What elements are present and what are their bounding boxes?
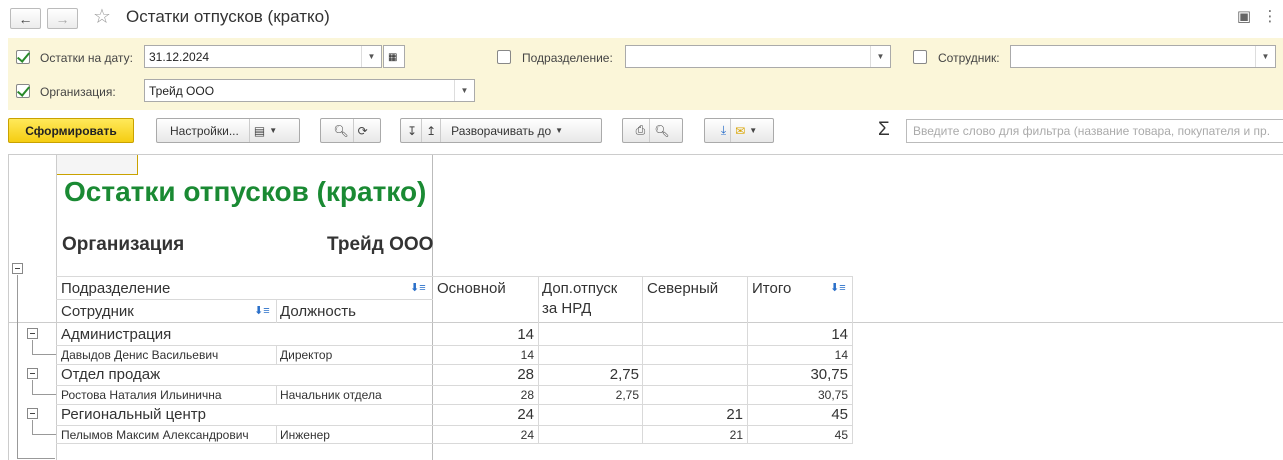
export-group: ⤓ ✉ ▼ — [704, 118, 774, 143]
report-org-label: Организация — [62, 234, 185, 255]
row-north: 21 — [729, 428, 743, 442]
window-title: Остатки отпусков (кратко) — [126, 7, 330, 26]
employee-name: Давыдов Денис Васильевич — [61, 348, 219, 362]
employee-position: Директор — [280, 348, 333, 362]
chevron-down-icon: ▼ — [555, 126, 564, 135]
row-total: 14 — [834, 348, 848, 362]
org-field[interactable]: Трейд ООО ▼ — [144, 79, 475, 102]
sort-desc-icon[interactable]: ↧ — [407, 124, 417, 138]
col-position-header: Должность — [280, 303, 356, 320]
chevron-down-icon[interactable]: ▼ — [454, 80, 474, 101]
employee-position: Инженер — [280, 428, 330, 442]
search-advanced-icon[interactable]: ⟳ — [358, 124, 368, 138]
emp-label: Сотрудник: — [938, 51, 1000, 65]
employee-name: Ростова Наталия Ильинична — [61, 388, 222, 402]
employee-position: Начальник отдела — [280, 388, 382, 402]
group-main: 24 — [517, 406, 534, 423]
col-extra-header-1: Доп.отпуск — [542, 280, 618, 297]
sum-icon[interactable]: Σ — [878, 119, 890, 141]
date-label: Остатки на дату: — [40, 51, 133, 65]
group-total: 14 — [831, 326, 848, 343]
search-icon[interactable]: 🔍︎ — [333, 124, 348, 138]
date-checkbox[interactable] — [16, 50, 30, 64]
group-main: 14 — [517, 326, 534, 343]
print-icon[interactable]: ⎙ — [636, 123, 646, 138]
dept-checkbox[interactable] — [497, 50, 511, 64]
org-value: Трейд ООО — [149, 84, 215, 98]
col-dept-header: Подразделение — [61, 280, 171, 297]
emp-checkbox[interactable] — [913, 50, 927, 64]
sort-expand-group: ↧ ↥ Разворачивать до ▼ — [400, 118, 602, 143]
org-label: Организация: — [40, 85, 116, 99]
settings-label: Настройки... — [170, 123, 239, 138]
org-checkbox[interactable] — [16, 84, 30, 98]
collapse-all-icon[interactable] — [12, 263, 23, 274]
row-main: 24 — [520, 428, 534, 442]
col-total-header: Итого — [752, 280, 792, 297]
more-icon[interactable]: ⋮ — [1262, 9, 1278, 25]
group-main: 28 — [517, 366, 534, 383]
sort-icon[interactable]: ⬇≡ — [254, 304, 270, 317]
arrow-right-icon: → — [55, 10, 70, 27]
chevron-down-icon: ▼ — [269, 126, 278, 135]
group-total: 45 — [831, 406, 848, 423]
favorite-star-icon[interactable]: ☆ — [93, 4, 111, 29]
selected-cell[interactable] — [56, 155, 138, 175]
emp-field[interactable]: ▼ — [1010, 45, 1276, 68]
forward-button[interactable]: → — [47, 8, 78, 29]
mail-icon[interactable]: ✉ — [735, 124, 745, 138]
group-name: Региональный центр — [61, 406, 206, 423]
row-extra: 2,75 — [615, 388, 639, 402]
col-north-header: Северный — [647, 280, 719, 297]
col-main-header: Основной — [437, 280, 506, 297]
generate-button[interactable]: Сформировать — [8, 118, 134, 143]
sort-icon[interactable]: ⬇≡ — [830, 281, 846, 294]
date-value: 31.12.2024 — [149, 50, 210, 64]
sort-asc-icon[interactable]: ↥ — [426, 124, 436, 138]
report-org-value: Трейд ООО — [327, 234, 434, 255]
collapse-group-icon[interactable] — [27, 328, 38, 339]
download-icon[interactable]: ⤓ — [721, 123, 726, 138]
date-field[interactable]: 31.12.2024 ▼ — [144, 45, 382, 68]
calendar-button[interactable]: ▦ — [383, 45, 405, 68]
group-total: 30,75 — [810, 366, 848, 383]
chevron-down-icon: ▼ — [749, 126, 758, 135]
row-main: 14 — [520, 348, 534, 362]
row-main: 28 — [520, 388, 534, 402]
row-total: 30,75 — [817, 388, 848, 402]
group-extra: 2,75 — [609, 366, 639, 383]
col-employee-header: Сотрудник — [61, 303, 134, 320]
report-title: Остатки отпусков (кратко) — [64, 176, 427, 207]
col-extra-header-2: за НРД — [542, 300, 592, 317]
search-buttons: 🔍︎ ⟳ — [320, 118, 381, 143]
variants-icon: ▤ — [253, 123, 266, 138]
chevron-down-icon[interactable]: ▼ — [870, 46, 890, 67]
group-name: Отдел продаж — [61, 366, 161, 383]
back-button[interactable]: ← — [10, 8, 41, 29]
group-north: 21 — [726, 406, 743, 423]
group-name: Администрация — [61, 326, 172, 343]
chevron-down-icon[interactable]: ▼ — [1255, 46, 1275, 67]
print-preview-icon[interactable]: 🔍︎ — [654, 124, 669, 138]
calendar-icon: ▦ — [388, 52, 398, 63]
collapse-group-icon[interactable] — [27, 408, 38, 419]
dept-field[interactable]: ▼ — [625, 45, 891, 68]
row-total: 45 — [834, 428, 848, 442]
settings-button[interactable]: Настройки... ▤ ▼ — [156, 118, 300, 143]
dept-label: Подразделение: — [522, 51, 613, 65]
filter-search-input[interactable]: Введите слово для фильтра (название това… — [906, 119, 1283, 143]
print-group: ⎙ 🔍︎ — [622, 118, 683, 143]
arrow-left-icon: ← — [18, 10, 33, 27]
save-icon[interactable]: ▣ — [1236, 9, 1252, 25]
sort-icon[interactable]: ⬇≡ — [410, 281, 426, 294]
employee-name: Пелымов Максим Александрович — [61, 428, 249, 442]
chevron-down-icon[interactable]: ▼ — [361, 46, 381, 67]
collapse-group-icon[interactable] — [27, 368, 38, 379]
expand-button[interactable]: Разворачивать до — [451, 124, 551, 138]
